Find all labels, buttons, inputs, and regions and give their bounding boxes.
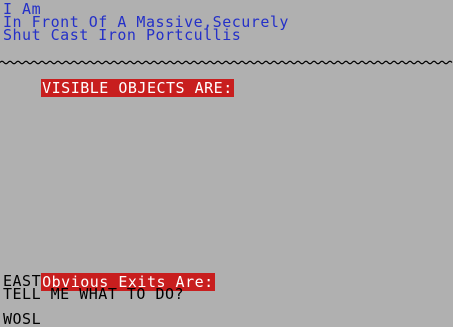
command-prompt: TELL ME WHAT TO DO? bbox=[3, 285, 185, 303]
location-line-3: Shut Cast Iron Portcullis bbox=[3, 26, 242, 44]
visible-objects-header: VISIBLE OBJECTS ARE: bbox=[41, 79, 234, 97]
game-screen: I Am In Front Of A Massive,Securely Shut… bbox=[0, 0, 453, 327]
command-input[interactable]: WOSL bbox=[3, 312, 41, 327]
visible-objects-header-row: VISIBLE OBJECTS ARE: bbox=[3, 67, 234, 109]
wavy-divider bbox=[0, 60, 453, 65]
